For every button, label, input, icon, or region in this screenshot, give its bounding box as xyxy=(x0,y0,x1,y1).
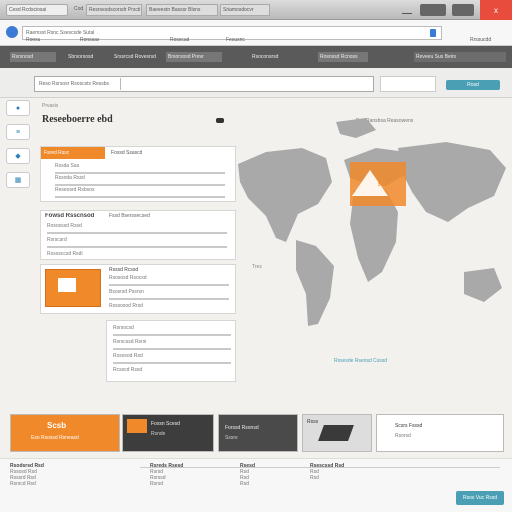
section-subtitle: Fssd Bserssecsed xyxy=(109,213,150,219)
tab-1[interactable]: Cesd Rcdsciosai xyxy=(6,4,68,16)
drop-icon[interactable]: ◆ xyxy=(6,148,30,164)
close-button[interactable]: x xyxy=(480,0,512,20)
footer-link[interactable]: Rsrsd xyxy=(150,481,250,487)
section-rows: Rsososd Rsocsd Bsosrsd Pssrsn Rsssosod R… xyxy=(109,275,229,309)
filter-field[interactable] xyxy=(380,76,436,92)
footer: Rsodsrsd Rsd Rssosd Rsd Rsssrd Rsd Rsrsc… xyxy=(0,458,512,512)
section-panel: Rsssd Rcssd Rsososd Rsocsd Bsosrsd Pssrs… xyxy=(40,264,236,314)
promo-card[interactable]: Rsss xyxy=(302,414,372,452)
bookmark-link[interactable]: Rosscad xyxy=(170,37,189,43)
promo-title: Foxsn Scesd xyxy=(151,421,180,427)
promo-card[interactable]: Scsrs Fsssd Rsorsd xyxy=(376,414,504,452)
list-icon[interactable]: ≡ xyxy=(6,124,30,140)
list-item[interactable]: Rsrscssd Rsrsi xyxy=(113,339,231,345)
maximize-icon[interactable] xyxy=(420,4,446,16)
info-icon[interactable] xyxy=(216,118,224,123)
footer-link[interactable]: Rsd xyxy=(310,475,410,481)
promo-title: Forssd Rsonsd xyxy=(225,425,259,431)
search-separator xyxy=(120,78,121,90)
promo-subtitle: Eso Rsossd Rsneasd xyxy=(31,435,79,441)
promo-card[interactable]: Scsb Eso Rsossd Rsneasd xyxy=(10,414,120,452)
page-title: Reseeboerre ebd xyxy=(42,114,113,125)
footer-link[interactable]: Rsd xyxy=(240,481,340,487)
alert-marker-icon[interactable]: ! xyxy=(374,178,384,190)
tab-4[interactable]: Baeeestn Basssr Blsns xyxy=(146,4,218,16)
bookmark-link[interactable]: Fesusnc xyxy=(226,37,245,43)
bookmark-link[interactable]: Ronssas xyxy=(80,37,99,43)
user-menu[interactable]: Reveeu Sus Beirs xyxy=(414,52,506,62)
restore-icon[interactable] xyxy=(452,4,474,16)
list-item[interactable]: Rsrscsrd xyxy=(47,237,227,243)
nav-item[interactable]: Rosnssd Rcnoss xyxy=(318,52,368,62)
nav-item[interactable]: Srssrcsd Rovesrsd xyxy=(112,52,158,62)
search-input[interactable]: Reso Rsrsosr Rsoscsts Ressbs xyxy=(34,76,374,92)
world-map[interactable]: ! Tres Rssesde Rsensd Csssd xyxy=(236,112,512,364)
section-panel: Rsrsocsd Rsrscssd Rsrsi Rssosod Rsd Rcss… xyxy=(106,320,236,382)
list-item[interactable]: Rososssd Rssd xyxy=(47,223,227,229)
grid-icon[interactable]: ▦ xyxy=(6,172,30,188)
list-item[interactable]: Rsrsocsd xyxy=(113,325,231,331)
section-title: Rsssd Rcssd xyxy=(109,267,139,273)
bookmark-link[interactable]: Roesu xyxy=(26,37,40,43)
window-titlebar: Cesd Rcdsciosai Cod Resrsesdscorsdr Prsc… xyxy=(0,0,512,20)
list-item[interactable]: Rsososd Rsocsd xyxy=(109,275,229,281)
list-item[interactable]: Rcsscd Rssd xyxy=(113,367,231,373)
filter-tab-active[interactable]: Fsred Rssc xyxy=(41,147,105,159)
promo-subtitle: Rsnde xyxy=(151,431,166,437)
promo-banner-row: Scsb Eso Rsossd Rsneasd Foxsn Scesd Rsnd… xyxy=(8,414,504,454)
tab-3[interactable]: Resrsesdscorsdr Prscti xyxy=(86,4,142,16)
promo-card[interactable]: Forssd Rsonsd Sssre xyxy=(218,414,298,452)
search-button[interactable]: Rosd xyxy=(446,80,500,90)
home-icon[interactable]: ● xyxy=(6,100,30,116)
nav-item[interactable]: Sbrsorsosd xyxy=(66,52,106,62)
filter-tab[interactable]: Fossd Ssascd xyxy=(111,150,142,156)
footer-divider xyxy=(140,467,500,468)
map-axis-label: Tres xyxy=(252,264,262,270)
footer-link[interactable]: Rsrscd Rsd xyxy=(10,481,130,487)
tab-5[interactable]: Sriamosdocvr xyxy=(220,4,270,16)
list-item[interactable]: Rsssosod Rrsd xyxy=(109,303,229,309)
minimize-icon[interactable] xyxy=(402,6,412,14)
promo-title: Scsb xyxy=(47,421,67,430)
search-row: Reso Rsrsosr Rsoscsts Ressbs Rosd xyxy=(0,68,512,98)
nav-item[interactable]: Rsrsnosd xyxy=(10,52,56,62)
section-panel: Fowsd Rsscnsod Fssd Bserssecsed Rososssd… xyxy=(40,210,236,260)
section-rows: Rososssd Rssd Rsrscsrd Rssosccsd Rsdi xyxy=(47,223,227,257)
bookmark-links: Roesu Ronssas Rosscad Fesusnc Rrssucdd xyxy=(0,36,512,46)
bookmark-link[interactable]: Rrssucdd xyxy=(470,37,491,43)
list-item[interactable]: Rssosccsd Rsdi xyxy=(47,251,227,257)
cta-button[interactable]: Rsos Vuc Rssd xyxy=(456,491,504,505)
map-caption: Rssesde Rsensd Csssd xyxy=(334,358,388,364)
filter-panel: Fsred Rssc Fossd Ssascd Rssda Ssa Rssoda… xyxy=(40,146,236,202)
list-item[interactable]: Bsosrsd Pssrsn xyxy=(109,289,229,295)
section-title: Fowsd Rsscnsod xyxy=(45,213,95,219)
world-map-graphic xyxy=(238,118,506,326)
page-subtitle: Prvasis xyxy=(42,103,59,109)
nav-item[interactable]: Brsorsosd Prevr xyxy=(166,52,222,62)
thumbnail-image[interactable] xyxy=(45,269,101,307)
tab-2[interactable]: Cod xyxy=(72,4,84,16)
nav-item[interactable]: Rsoconsrsd xyxy=(250,52,298,62)
section-rows: Rsrsocsd Rsrscssd Rsrsi Rssosod Rsd Rcss… xyxy=(113,325,231,373)
footer-column: Rsodsrsd Rsd Rssosd Rsd Rsssrd Rsd Rsrsc… xyxy=(10,463,130,487)
left-sidebar: ● ≡ ◆ ▦ xyxy=(6,100,36,210)
promo-title: Scsrs Fsssd xyxy=(395,423,423,429)
footer-column: Rsescssd Rsd Rsd Rsd xyxy=(310,463,410,481)
list-item[interactable]: Rssosod Rsd xyxy=(113,353,231,359)
filter-row[interactable]: Reseosrd Rsbsos xyxy=(55,187,225,201)
promo-title: Rsss xyxy=(307,419,319,425)
main-navigation: Rsrsnosd Sbrsorsosd Srssrcsd Rovesrsd Br… xyxy=(0,46,512,68)
promo-card[interactable]: Foxsn Scesd Rsnde xyxy=(122,414,214,452)
promo-subtitle: Rsorsd xyxy=(395,433,411,439)
promo-subtitle: Sssre xyxy=(225,435,238,441)
